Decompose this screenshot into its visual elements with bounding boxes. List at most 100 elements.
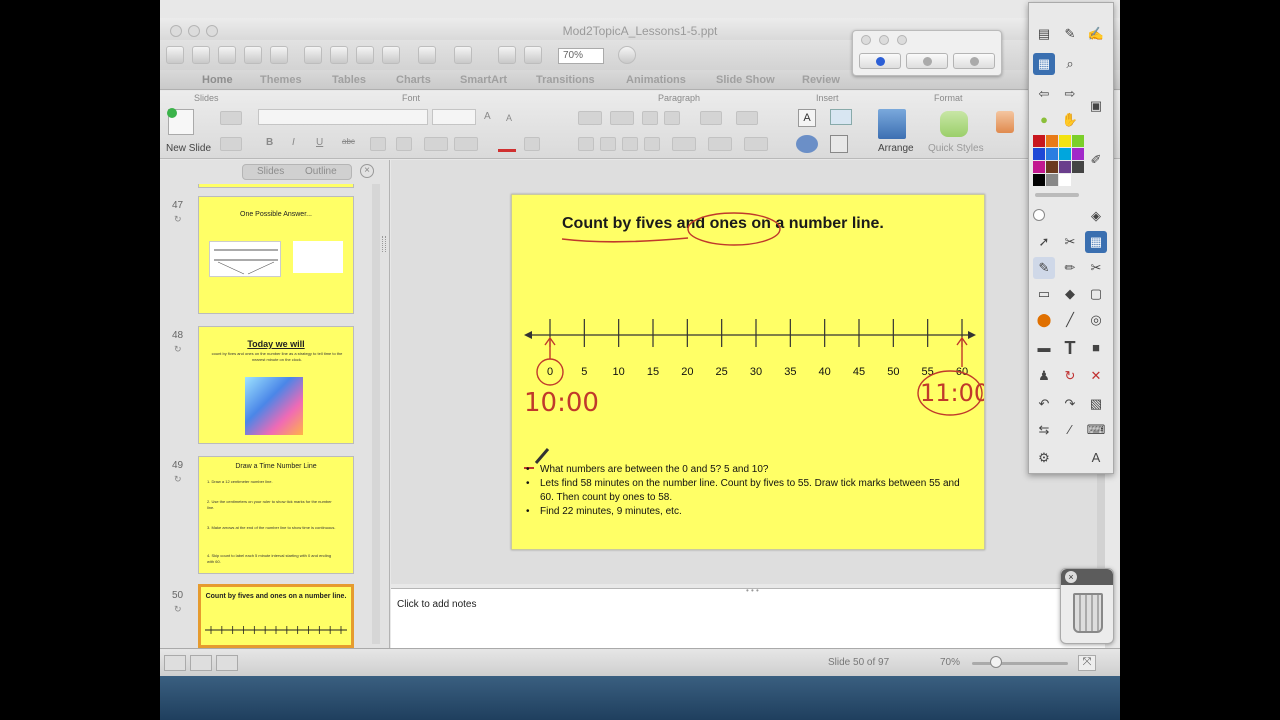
new-icon[interactable] [166, 46, 184, 64]
current-slide[interactable]: Count by fives and ones on a number line… [511, 194, 985, 550]
color-swatch[interactable] [1033, 148, 1045, 160]
change-case-button[interactable] [454, 137, 478, 151]
font-tool-icon[interactable]: A [1085, 447, 1107, 469]
cut-icon[interactable] [304, 46, 322, 64]
color-swatch[interactable] [1033, 161, 1045, 173]
italic-button[interactable]: I [292, 137, 295, 148]
tools-icon[interactable]: ✎ [1059, 23, 1081, 45]
redo-icon[interactable] [454, 46, 472, 64]
media-icon[interactable] [830, 135, 848, 153]
shape-tool-icon[interactable]: ⬤ [1033, 309, 1055, 331]
character-spacing-button[interactable] [424, 137, 448, 151]
pen-tool-icon[interactable]: ✎ [1033, 257, 1055, 279]
smartart-convert-button[interactable] [744, 137, 768, 151]
dropper-icon[interactable]: ⁄ [1059, 419, 1081, 441]
paint-bucket-icon[interactable]: ◆ [1059, 283, 1081, 305]
decrease-indent-button[interactable] [642, 111, 658, 125]
thumbnail-slide-48[interactable]: Today we will count by fives and ones on… [198, 326, 354, 444]
copy-icon[interactable] [330, 46, 348, 64]
shape-fill-icon[interactable] [996, 111, 1014, 133]
line-width-slider[interactable] [1035, 193, 1079, 197]
grow-font-button[interactable]: A [484, 111, 491, 122]
color-swatch[interactable] [1059, 148, 1071, 160]
slide-show-view-button[interactable] [216, 655, 238, 671]
media-browser-icon[interactable] [524, 46, 542, 64]
panel-splitter-handle[interactable] [382, 236, 386, 252]
notes-pane[interactable]: • • • Click to add notes [391, 586, 1105, 648]
tab-transitions[interactable]: Transitions [536, 74, 595, 86]
help-icon[interactable] [618, 46, 636, 64]
tab-animations[interactable]: Animations [626, 74, 686, 86]
color-swatch[interactable] [1072, 135, 1084, 147]
font-color-icon[interactable] [498, 149, 516, 152]
palette-zoom-button[interactable] [897, 35, 907, 45]
palette-option-2-button[interactable] [906, 53, 948, 69]
tab-charts[interactable]: Charts [396, 74, 431, 86]
camera-icon[interactable]: ▣ [1085, 95, 1107, 117]
thumbnail-46-edge[interactable] [198, 184, 354, 188]
select-page-icon[interactable]: ▦ [1033, 53, 1055, 75]
line-tool-icon[interactable]: ╱ [1059, 309, 1081, 331]
page-icon[interactable]: ▢ [1085, 283, 1107, 305]
pages-icon[interactable]: ▤ [1033, 23, 1055, 45]
color-swatch[interactable] [1033, 174, 1045, 186]
tab-outline[interactable]: Outline [305, 166, 337, 177]
pointer-icon[interactable]: ➚ [1033, 231, 1055, 253]
bullets-button[interactable] [578, 111, 602, 125]
close-icon[interactable]: × [1065, 571, 1077, 583]
grid-icon[interactable]: ▦ [1085, 231, 1107, 253]
superscript-button[interactable] [370, 137, 386, 151]
user-icon[interactable]: ♟ [1033, 365, 1055, 387]
globe-icon[interactable]: ● [1033, 109, 1055, 131]
increase-indent-button[interactable] [664, 111, 680, 125]
gallery-icon[interactable] [192, 46, 210, 64]
forward-icon[interactable]: ⇨ [1059, 83, 1081, 105]
align-right-button[interactable] [622, 137, 638, 151]
align-left-button[interactable] [578, 137, 594, 151]
color-swatch[interactable] [1059, 161, 1071, 173]
magnify-icon[interactable]: ⌕ [1059, 53, 1081, 75]
normal-view-button[interactable] [164, 655, 186, 671]
record-icon[interactable]: ■ [1085, 337, 1107, 359]
keyboard-icon[interactable]: ⌨ [1085, 419, 1107, 441]
columns-button[interactable] [736, 111, 758, 125]
notes-resize-grip[interactable]: • • • [746, 586, 759, 595]
slide-bullets[interactable]: What numbers are between the 0 and 5? 5 … [524, 463, 964, 519]
text-box-icon[interactable]: A [798, 109, 816, 127]
undo-icon[interactable] [418, 46, 436, 64]
highlight-button[interactable] [524, 137, 540, 151]
paste-icon[interactable] [356, 46, 374, 64]
redo-tool-icon[interactable]: ↷ [1059, 393, 1081, 415]
color-swatch[interactable] [1059, 174, 1071, 186]
toolbox-icon[interactable] [498, 46, 516, 64]
thumbnail-slide-49[interactable]: Draw a Time Number Line 1. Draw a 12 cen… [198, 456, 354, 574]
undo-tool-icon[interactable]: ↶ [1033, 393, 1055, 415]
tab-slides[interactable]: Slides [257, 166, 284, 177]
arrange-icon[interactable] [878, 109, 906, 139]
numbering-button[interactable] [610, 111, 634, 125]
color-swatch[interactable] [1046, 148, 1058, 160]
hand-icon[interactable]: ✋ [1059, 109, 1081, 131]
align-text-button[interactable] [708, 137, 732, 151]
shape-icon[interactable] [796, 135, 818, 153]
notes-placeholder[interactable]: Click to add notes [397, 599, 477, 610]
tab-tables[interactable]: Tables [332, 74, 366, 86]
back-icon[interactable]: ⇦ [1033, 83, 1055, 105]
tab-themes[interactable]: Themes [260, 74, 302, 86]
color-swatch[interactable] [1072, 148, 1084, 160]
thumbnail-slide-47[interactable]: One Possible Answer... [198, 196, 354, 314]
highlighter-icon[interactable]: ✐ [1085, 149, 1107, 171]
save-icon[interactable] [244, 46, 262, 64]
layout-button[interactable] [220, 111, 242, 125]
section-button[interactable] [220, 137, 242, 151]
pen-write-icon[interactable]: ✍ [1085, 23, 1107, 45]
color-swatch[interactable] [1046, 161, 1058, 173]
align-center-button[interactable] [600, 137, 616, 151]
scissors-icon[interactable]: ✂ [1085, 257, 1107, 279]
text-direction-button[interactable] [700, 111, 722, 125]
open-icon[interactable] [218, 46, 236, 64]
font-name-field[interactable] [258, 109, 428, 125]
palette-option-1-button[interactable] [859, 53, 901, 69]
justify-button[interactable] [644, 137, 660, 151]
palette-minimize-button[interactable] [879, 35, 889, 45]
